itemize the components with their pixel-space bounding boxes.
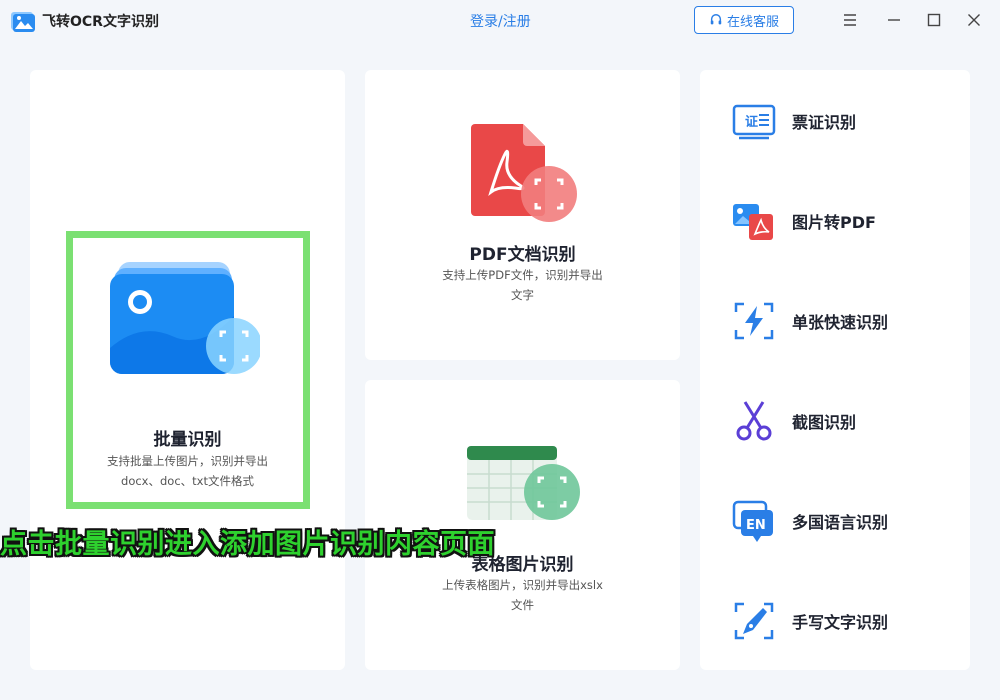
svg-text:EN: EN — [746, 518, 766, 533]
tool-label: 图片转PDF — [792, 213, 876, 232]
tool-label: 单张快速识别 — [792, 313, 889, 332]
headset-icon — [710, 14, 722, 25]
login-register-link[interactable]: 登录/注册 — [470, 11, 531, 31]
id-card-icon: 证 — [732, 104, 776, 140]
pdf-recognition-card[interactable]: PDF文档识别 支持上传PDF文件，识别并导出 文字 — [365, 70, 680, 360]
menu-button[interactable] — [840, 10, 860, 30]
tool-label: 票证识别 — [792, 113, 857, 132]
minimize-icon — [888, 19, 900, 21]
tool-item-handwriting-recognition[interactable]: 手写文字识别 — [730, 596, 950, 646]
app-title: 飞转OCR文字识别 — [42, 14, 159, 30]
maximize-button[interactable] — [924, 10, 944, 30]
title-bar: 飞转OCR文字识别 登录/注册 在线客服 — [0, 0, 1000, 42]
tool-item-image-to-pdf[interactable]: 图片转PDF — [730, 196, 950, 246]
close-icon — [968, 14, 980, 26]
tool-label: 截图识别 — [792, 413, 857, 432]
table-card-desc-line1: 上传表格图片，识别并导出xslx — [442, 578, 603, 592]
image-to-pdf-icon — [733, 204, 773, 240]
minimize-button[interactable] — [884, 10, 904, 30]
tool-label: 手写文字识别 — [792, 613, 889, 632]
online-support-label: 在线客服 — [726, 14, 779, 30]
close-button[interactable] — [964, 10, 984, 30]
tool-label: 多国语言识别 — [792, 513, 889, 532]
tool-item-multilingual-recognition[interactable]: EN 多国语言识别 — [730, 496, 950, 546]
table-card-desc-line2: 文件 — [511, 598, 534, 612]
tools-panel: 证 票证识别 图片转PDF 单张快速识别 截图识别 EN 多国语言识别 手写文字… — [700, 70, 970, 670]
pdf-card-desc-line1: 支持上传PDF文件，识别并导出 — [442, 268, 603, 282]
tool-item-screenshot-recognition[interactable]: 截图识别 — [730, 396, 950, 446]
hamburger-menu-icon — [844, 14, 856, 26]
spreadsheet-icon — [467, 446, 580, 520]
instruction-caption: 点击批量识别进入添加图片识别内容页面 — [0, 529, 495, 560]
tool-item-ticket-recognition[interactable]: 证 票证识别 — [730, 96, 950, 146]
pdf-card-desc-line2: 文字 — [511, 288, 534, 302]
pdf-card-title: PDF文档识别 — [469, 245, 576, 265]
language-en-icon: EN — [732, 500, 773, 542]
highlight-box — [66, 231, 310, 509]
lightning-scan-icon — [734, 302, 774, 340]
online-support-button[interactable]: 在线客服 — [694, 6, 794, 34]
app-logo-icon — [11, 12, 35, 32]
maximize-icon — [927, 13, 941, 27]
pdf-file-icon — [471, 124, 577, 222]
tool-item-quick-single-recognition[interactable]: 单张快速识别 — [730, 296, 950, 346]
svg-text:证: 证 — [745, 115, 758, 130]
scissors-icon — [736, 401, 772, 441]
pen-nib-icon — [734, 602, 774, 640]
